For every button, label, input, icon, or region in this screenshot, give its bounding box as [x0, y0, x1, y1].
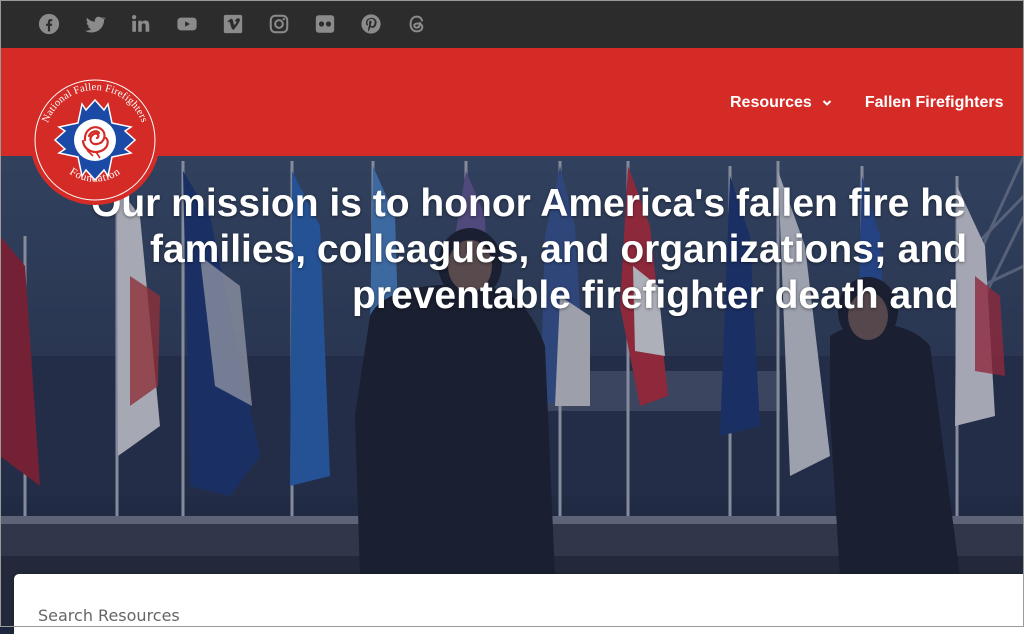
nav-resources[interactable]: Resources [730, 94, 832, 112]
flickr-icon[interactable] [312, 11, 338, 37]
mission-line-1: Our mission is to honor America's fallen… [91, 182, 966, 225]
chevron-down-icon [822, 100, 832, 106]
search-resources-card [14, 574, 1024, 634]
pinterest-icon[interactable] [358, 11, 384, 37]
instagram-icon[interactable] [266, 11, 292, 37]
nav-fallen-firefighters-label: Fallen Firefighters [864, 94, 1004, 111]
mission-line-2: families, colleagues, and organizations;… [150, 228, 968, 271]
main-nav: Resources Fallen Firefighters [730, 94, 1004, 112]
youtube-icon[interactable] [174, 11, 200, 37]
nav-fallen-firefighters[interactable]: Fallen Firefighters [865, 94, 1004, 112]
facebook-icon[interactable] [36, 11, 62, 37]
nav-resources-label: Resources [730, 94, 812, 111]
social-bar [0, 0, 1024, 48]
threads-icon[interactable] [404, 11, 430, 37]
vimeo-icon[interactable] [220, 11, 246, 37]
mission-line-3: preventable firefighter death and [352, 274, 959, 317]
linkedin-icon[interactable] [128, 11, 154, 37]
twitter-icon[interactable] [82, 11, 108, 37]
nfff-logo[interactable]: National Fallen Firefighters Foundation [26, 74, 164, 206]
search-resources-input[interactable] [14, 574, 1024, 634]
